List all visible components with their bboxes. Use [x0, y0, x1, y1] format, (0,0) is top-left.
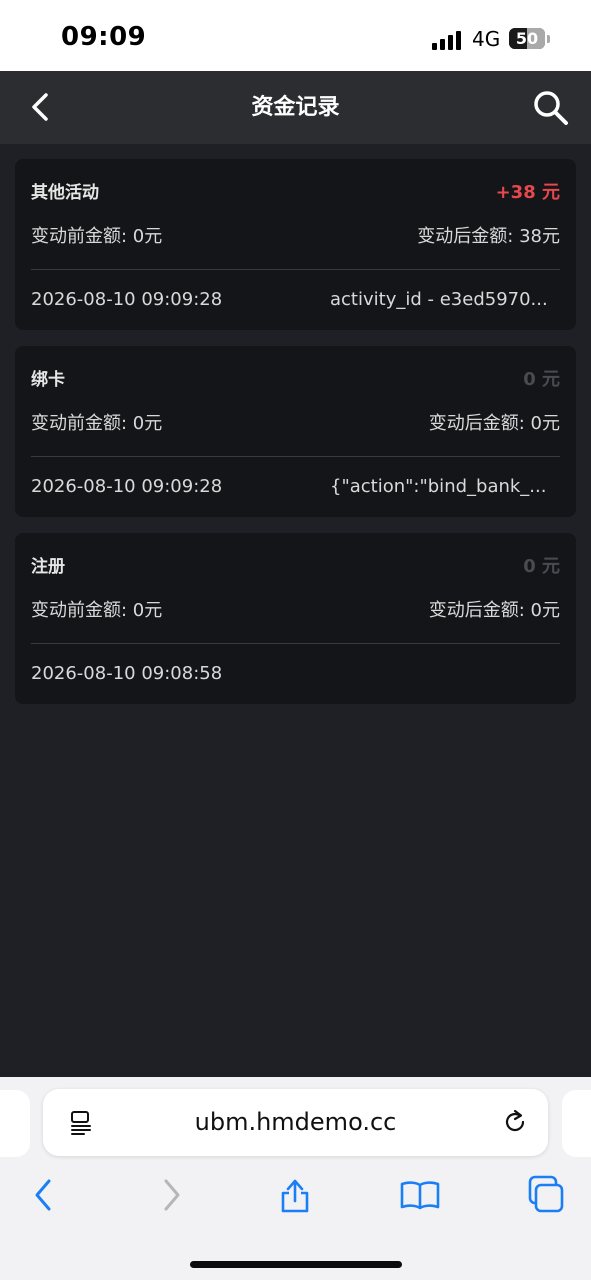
record-list: 其他活动 +38 元 变动前金额: 0元 变动后金额: 38元 2026-08-…	[15, 159, 576, 720]
record-note: activity_id - e3ed5970...	[330, 289, 548, 310]
record-time: 2026-08-10 09:09:28	[31, 289, 223, 310]
record-card: 绑卡 0 元 变动前金额: 0元 变动后金额: 0元 2026-08-10 09…	[15, 346, 576, 517]
record-amount: +38 元	[495, 182, 560, 203]
page-title: 资金记录	[251, 95, 340, 120]
status-bar: 09:09 4G 50	[0, 0, 591, 71]
record-amount: 0 元	[523, 556, 560, 577]
search-icon	[534, 91, 568, 125]
record-divider	[31, 643, 560, 644]
record-time: 2026-08-10 09:09:28	[31, 476, 223, 497]
share-icon	[281, 1179, 309, 1213]
bookmarks-icon	[400, 1181, 440, 1210]
record-card: 其他活动 +38 元 变动前金额: 0元 变动后金额: 38元 2026-08-…	[15, 159, 576, 330]
browser-back-button[interactable]	[21, 1173, 65, 1217]
battery-percent: 50	[515, 29, 539, 48]
record-balance-before: 变动前金额: 0元	[31, 226, 163, 247]
record-card: 注册 0 元 变动前金额: 0元 变动后金额: 0元 2026-08-10 09…	[15, 533, 576, 704]
signal-icon	[432, 31, 461, 50]
record-balance-after: 变动后金额: 0元	[428, 600, 560, 621]
record-divider	[31, 456, 560, 457]
record-balance-after: 变动后金额: 0元	[428, 413, 560, 434]
battery-indicator: 50	[509, 28, 545, 49]
record-amount: 0 元	[523, 369, 560, 390]
reload-icon[interactable]	[501, 1108, 529, 1136]
record-balance-after: 变动后金额: 38元	[417, 226, 560, 247]
bookmarks-button[interactable]	[398, 1173, 442, 1217]
next-tab-preview[interactable]	[562, 1090, 591, 1157]
record-divider	[31, 269, 560, 270]
record-balance-before: 变动前金额: 0元	[31, 413, 163, 434]
search-button[interactable]	[530, 87, 572, 129]
browser-back-icon	[35, 1179, 51, 1211]
record-time: 2026-08-10 09:08:58	[31, 663, 223, 684]
tabs-button[interactable]	[524, 1173, 568, 1217]
status-time: 09:09	[61, 22, 147, 52]
record-note: {"action":"bind_bank_...	[330, 476, 547, 497]
record-type: 绑卡	[31, 370, 65, 390]
home-indicator	[190, 1261, 402, 1268]
battery-nub	[547, 35, 550, 43]
page-header: 资金记录	[0, 71, 591, 144]
browser-forward-icon	[164, 1179, 180, 1211]
record-type: 注册	[31, 557, 65, 577]
browser-toolbar: ubm.hmdemo.cc	[0, 1077, 591, 1280]
network-type: 4G	[472, 27, 501, 51]
url-text: ubm.hmdemo.cc	[194, 1108, 397, 1136]
record-balance-before: 变动前金额: 0元	[31, 600, 163, 621]
record-type: 其他活动	[31, 183, 99, 203]
address-bar[interactable]: ubm.hmdemo.cc	[43, 1089, 548, 1156]
share-button[interactable]	[273, 1173, 317, 1217]
previous-tab-preview[interactable]	[0, 1090, 30, 1157]
tabs-icon	[528, 1175, 564, 1213]
browser-forward-button[interactable]	[150, 1173, 194, 1217]
